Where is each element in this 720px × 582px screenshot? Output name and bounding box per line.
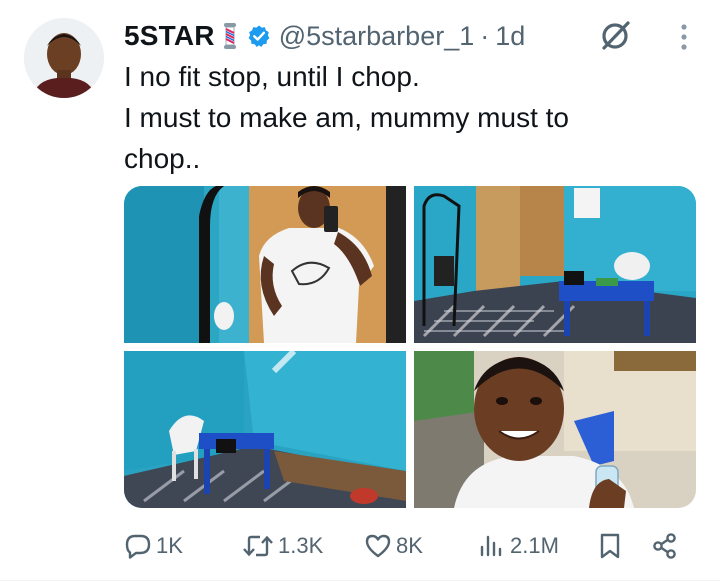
separator-dot: · xyxy=(480,20,490,51)
photo-2[interactable] xyxy=(414,186,696,343)
views-button[interactable]: 2.1M xyxy=(478,532,559,560)
reply-count: 1K xyxy=(156,533,183,558)
share-icon xyxy=(653,533,676,559)
like-count: 8K xyxy=(396,533,423,558)
tweet-text-line: chop.. xyxy=(124,143,201,174)
bookmark-icon xyxy=(600,533,620,559)
tweet-text-line: I no fit stop, until I chop. xyxy=(124,61,420,92)
views-count: 2.1M xyxy=(510,533,559,558)
repost-button[interactable]: 1.3K xyxy=(242,532,323,560)
divider xyxy=(0,580,720,581)
barber-pole-icon xyxy=(223,23,237,49)
share-button[interactable] xyxy=(651,532,683,560)
avatar-image xyxy=(24,18,104,98)
photo-3[interactable] xyxy=(124,351,406,508)
tweet-text: I no fit stop, until I chop. I must to m… xyxy=(124,56,684,179)
tweet-text-line: I must to make am, mummy must to xyxy=(124,102,569,133)
views-icon xyxy=(480,535,502,557)
tweet-actions: 1K 1.3K 8K 2.1M xyxy=(124,526,684,566)
heart-icon xyxy=(365,534,391,558)
media-grid xyxy=(124,186,696,508)
more-icon[interactable] xyxy=(678,22,690,52)
repost-icon xyxy=(243,535,273,557)
tweet-timestamp[interactable]: 1d xyxy=(495,21,525,52)
verified-badge-icon xyxy=(247,24,271,48)
grok-icon[interactable] xyxy=(598,17,634,53)
author-name[interactable]: 5STAR xyxy=(124,20,215,52)
avatar[interactable] xyxy=(24,18,104,98)
photo-1[interactable] xyxy=(124,186,406,343)
photo-4[interactable] xyxy=(414,351,696,508)
repost-count: 1.3K xyxy=(278,533,324,558)
reply-button[interactable]: 1K xyxy=(124,532,183,560)
author-handle[interactable]: @5starbarber_1 xyxy=(279,21,475,52)
bookmark-button[interactable] xyxy=(596,532,628,560)
reply-icon xyxy=(125,534,151,559)
like-button[interactable]: 8K xyxy=(364,532,423,560)
